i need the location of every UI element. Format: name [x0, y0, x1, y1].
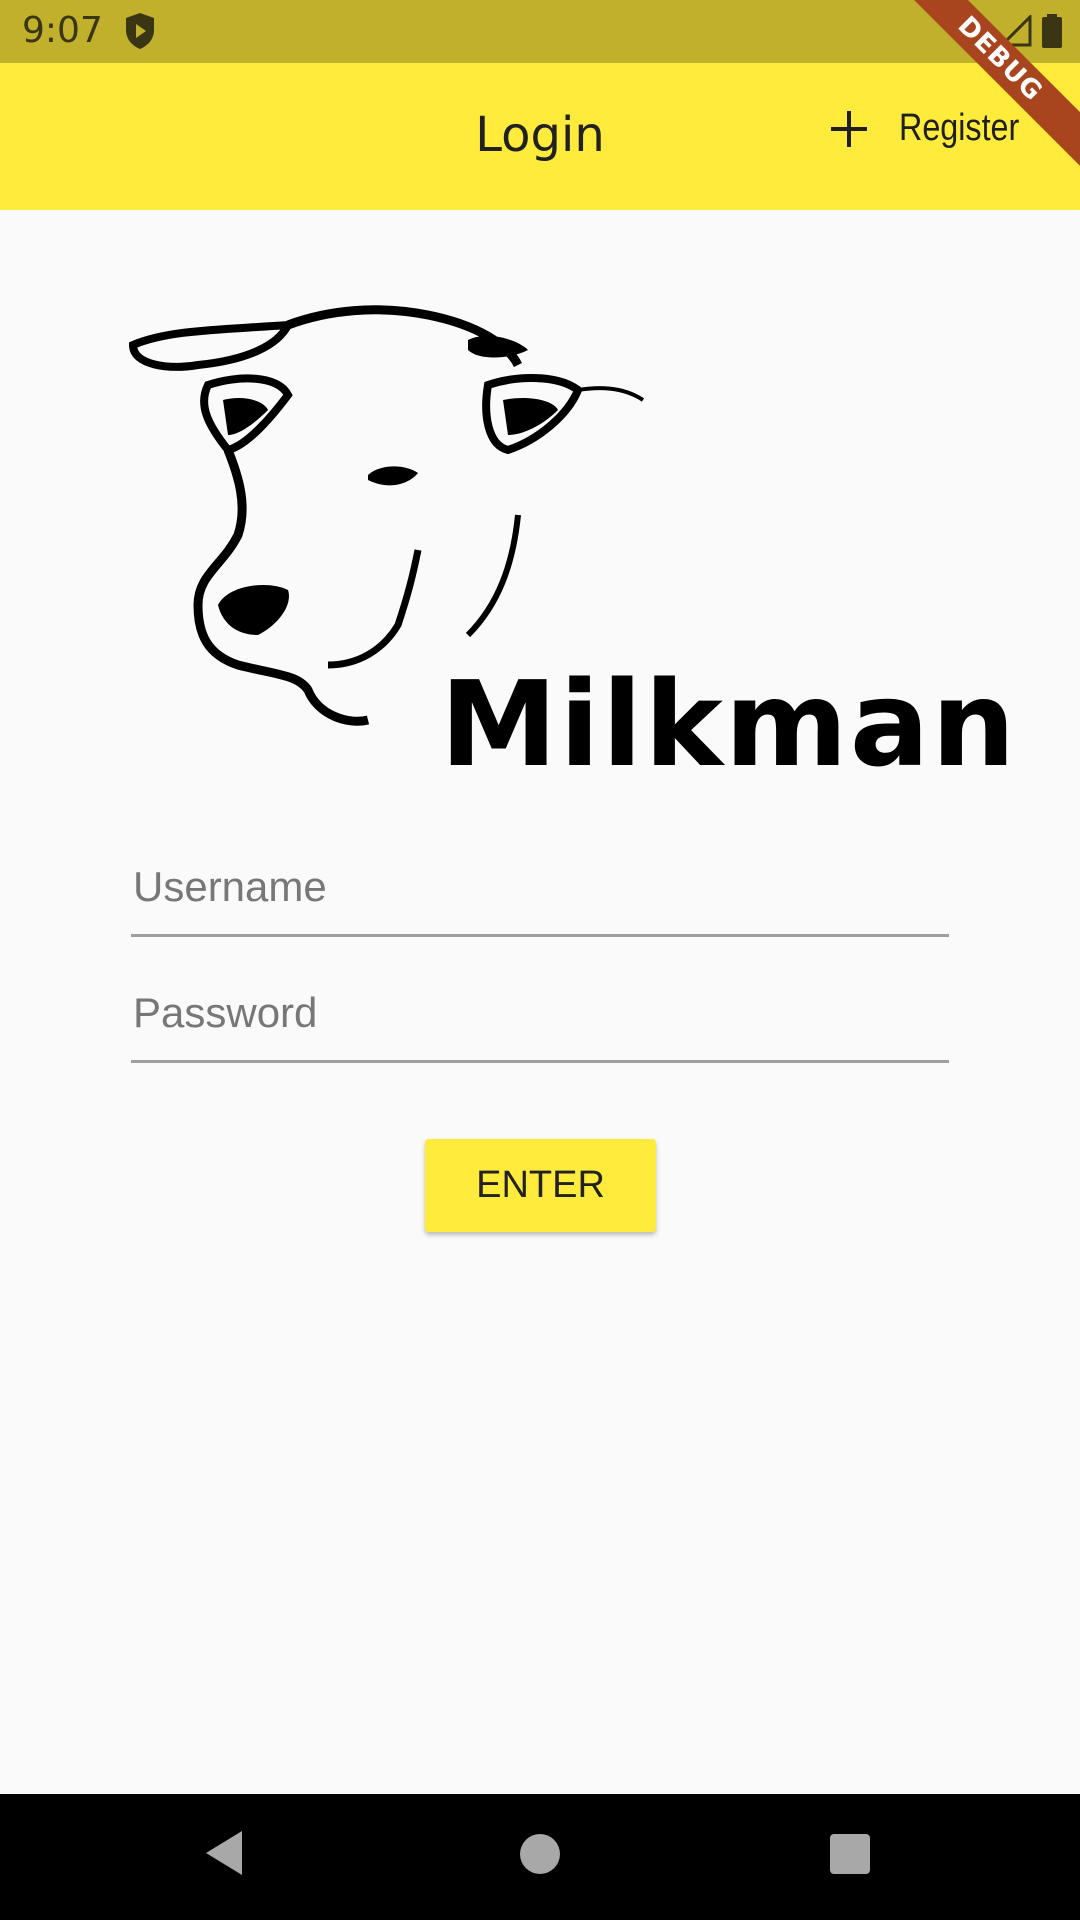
recent-apps-icon[interactable]: [830, 1834, 870, 1874]
back-icon[interactable]: [204, 1829, 244, 1877]
shield-icon: [126, 13, 154, 49]
plus-icon: [830, 110, 867, 147]
username-field[interactable]: [131, 834, 953, 937]
status-bar: 9:07: [0, 0, 1080, 63]
status-time: 9:07: [22, 10, 103, 51]
username-input[interactable]: [131, 862, 953, 912]
app-bar: Login Register: [0, 63, 1080, 210]
register-label: Register: [898, 107, 1019, 149]
battery-icon: [1042, 14, 1062, 48]
password-field[interactable]: [131, 960, 953, 1063]
nav-bar: [0, 1794, 1080, 1920]
register-button[interactable]: Register: [829, 107, 1041, 150]
logo-text: Milkman: [440, 655, 1018, 793]
home-icon[interactable]: [520, 1834, 560, 1874]
enter-button[interactable]: ENTER: [425, 1139, 656, 1232]
password-input[interactable]: [131, 988, 953, 1038]
